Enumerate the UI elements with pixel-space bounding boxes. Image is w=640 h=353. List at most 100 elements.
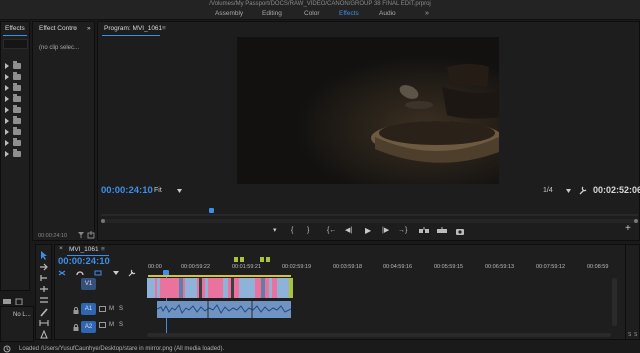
playback-resolution-dropdown[interactable]: 1/4 [543,187,553,195]
effects-search-field[interactable] [3,39,28,49]
camera-icon[interactable] [455,227,465,235]
overwrite-icon[interactable] [437,227,447,235]
workspace-color[interactable]: Color [304,9,320,18]
sync-lock-icon[interactable] [99,306,106,312]
effects-folder-row[interactable] [5,61,29,71]
sequence-marker[interactable] [266,257,270,262]
meter-solo-button[interactable]: S [634,331,637,339]
ruler-tick-label: 00:08:59 [587,264,609,270]
lock-icon[interactable] [73,324,79,331]
tab-effects[interactable]: Effects [5,25,25,33]
export-icon[interactable] [87,231,95,239]
go-to-out-button[interactable]: →} [398,227,407,235]
tab-sequence[interactable]: MVI_1061 [69,246,99,254]
insert-overwrite-icon[interactable] [58,270,66,276]
add-marker-icon[interactable] [112,270,120,276]
razor-tool-icon[interactable] [39,307,49,317]
timeline-settings-icon[interactable] [128,269,136,277]
track-target-a1[interactable]: A1 [81,303,96,315]
disclosure-triangle-icon [5,85,9,91]
insert-icon[interactable] [419,227,429,235]
lock-icon[interactable] [73,307,79,314]
play-button[interactable]: ▶ [365,227,371,235]
tab-effect-controls[interactable]: Effect Contro [39,25,77,33]
timeline-playhead-timecode[interactable]: 00:00:24:10 [58,256,110,267]
sequence-marker[interactable] [234,257,238,262]
effects-folder-row[interactable] [5,149,29,159]
mark-in-button[interactable]: { [291,227,293,235]
zoom-level-dropdown[interactable]: Fit [154,187,162,195]
meter-solo-button[interactable]: S [628,331,631,339]
effects-folder-row[interactable] [5,94,29,104]
sync-lock-icon[interactable] [99,322,106,328]
slip-tool-icon[interactable] [39,296,49,304]
effects-folder-row[interactable] [5,72,29,82]
workspace-assembly[interactable]: Assembly [215,9,243,18]
ripple-edit-tool-icon[interactable] [39,274,49,282]
new-folder-icon[interactable] [3,297,11,305]
panel-menu-icon[interactable]: ≡ [73,25,77,33]
workspace-editing[interactable]: Editing [262,9,282,18]
panel-menu-icon[interactable]: ≡ [101,246,105,254]
tools-panel [35,244,52,340]
folder-icon [13,149,21,157]
sequence-marker[interactable] [260,257,264,262]
step-forward-button[interactable]: |▶ [382,227,389,235]
status-message: Loaded /Users/YusufCaunhye/Desktop/stare… [19,346,225,352]
window-title: /Volumes/My Passport/DOCS/RAW_VIDEO/CANO… [209,1,431,7]
workspace-overflow-button[interactable]: » [425,9,429,18]
step-back-button[interactable]: ◀| [345,227,352,235]
disclosure-triangle-icon [5,74,9,80]
solo-track-button[interactable]: S [119,305,123,313]
effects-folder-row[interactable] [5,105,29,115]
workspace-audio[interactable]: Audio [379,9,396,18]
ruler-tick-label: 00:03:59:18 [333,264,363,270]
pen-tool-icon[interactable] [39,330,49,339]
video-clip-strip[interactable] [147,278,293,298]
chevron-down-icon[interactable] [176,188,183,194]
trash-icon[interactable] [15,297,23,305]
timeline-vertical-scrollbar[interactable] [612,278,617,326]
no-sequence-label: No L... [13,312,31,318]
track-target-a2[interactable]: A2 [81,321,96,333]
effects-folder-row[interactable] [5,127,29,137]
track-target-v1[interactable]: V1 [81,278,96,290]
wrench-icon[interactable] [578,186,587,195]
rate-stretch-tool-icon[interactable] [39,285,49,293]
close-sequence-button[interactable]: × [59,245,63,253]
go-to-in-button[interactable]: {← [327,227,336,235]
panel-menu-icon[interactable]: ≡ [162,25,166,33]
sequence-marker[interactable] [240,257,244,262]
track-select-tool-icon[interactable] [39,263,49,271]
add-marker-button[interactable]: ▾ [273,227,277,235]
ruler-tick-label: 00:00 [148,264,162,270]
audio-clip-a1[interactable] [156,301,292,318]
timeline-horizontal-scrollbar[interactable] [147,333,611,337]
program-zoom-bar[interactable] [101,219,638,223]
mute-track-button[interactable]: M [109,321,114,329]
panel-overflow-button[interactable]: » [87,25,91,33]
program-playhead[interactable] [209,208,215,213]
linked-selection-icon[interactable] [94,270,102,276]
mark-out-button[interactable]: } [307,227,309,235]
bottom-left-panel: No L... [0,306,34,342]
mute-track-button[interactable]: M [109,305,114,313]
snap-icon[interactable] [76,270,84,276]
effects-folder-row[interactable] [5,138,29,148]
filter-icon[interactable] [77,231,85,239]
solo-track-button[interactable]: S [119,321,123,329]
zoom-bar-handle-right[interactable] [634,219,638,223]
workspace-effects[interactable]: Effects [339,9,359,18]
chevron-down-icon[interactable] [565,188,572,194]
zoom-bar-handle-left[interactable] [101,219,105,223]
button-editor-add-button[interactable]: + [625,224,631,234]
selection-tool-icon[interactable] [39,250,49,260]
folder-icon [13,94,21,102]
program-video-frame[interactable] [237,37,499,184]
slide-tool-icon[interactable] [39,319,49,327]
effects-folder-row[interactable] [5,116,29,126]
program-playhead-timecode[interactable]: 00:00:24:10 [101,185,153,196]
effects-folder-row[interactable] [5,83,29,93]
tab-program-monitor[interactable]: Program: MVI_1061 [104,25,162,33]
program-time-ruler[interactable] [101,208,638,216]
